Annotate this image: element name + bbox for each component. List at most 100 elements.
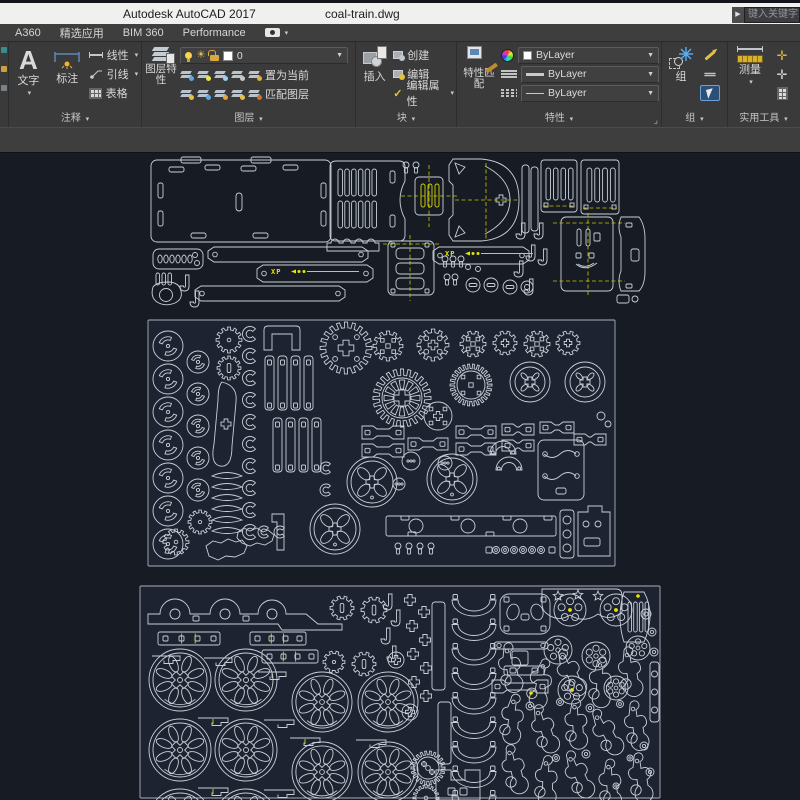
match-properties-button[interactable]: 特性匹配	[459, 45, 499, 112]
object-color-dropdown[interactable]: ByLayer ▼	[518, 47, 659, 64]
leader-label: 引线	[107, 66, 129, 82]
layer-color-swatch	[223, 51, 233, 61]
layer-off-icon[interactable]	[180, 70, 193, 80]
lineweight-dropdown[interactable]: ByLayer ▼	[521, 66, 659, 83]
chevron-down-icon: ▾	[135, 70, 139, 78]
layer-unisolate-icon[interactable]	[197, 89, 210, 99]
id-point-button[interactable]: ✛	[772, 47, 792, 63]
layer-thaw-all-icon[interactable]	[214, 89, 227, 99]
set-current-icon[interactable]	[248, 70, 261, 80]
table-button[interactable]: 表格	[89, 85, 139, 101]
panel-label-layers[interactable]: 图层 ▾	[142, 112, 355, 127]
measure-label: 测量	[739, 64, 761, 76]
match-layer-button[interactable]: 匹配图层	[265, 86, 309, 102]
menu-tab-bim360[interactable]: BIM 360	[123, 27, 164, 39]
panel-label-annotation[interactable]: 注释 ▾	[9, 112, 141, 127]
ribbon-bottom-strip	[0, 127, 800, 153]
group-edit-button[interactable]	[700, 47, 720, 63]
chevron-down-icon: ▾	[784, 116, 788, 123]
layer-unlock-icon	[210, 55, 219, 61]
layer-isolate-icon[interactable]	[197, 70, 210, 80]
help-search: ▶ 键入关键字或	[732, 7, 800, 23]
layer-on-all-icon[interactable]	[180, 89, 193, 99]
create-block-label: 创建	[407, 47, 429, 63]
panel-properties: 特性匹配 ByLayer ▼ ByLayer ▼	[457, 42, 662, 127]
text-button[interactable]: A 文字▾	[11, 45, 46, 112]
search-input[interactable]: 键入关键字或	[744, 7, 800, 23]
current-layer-name: 0	[237, 50, 243, 62]
search-expand-icon[interactable]: ▶	[732, 7, 744, 23]
leader-icon	[89, 68, 103, 80]
parts-sheet-middle[interactable]	[146, 318, 620, 570]
chevron-down-icon: ▾	[700, 116, 704, 123]
layer-thaw-icon: ☀	[196, 50, 206, 61]
measure-dim-icon	[737, 46, 763, 52]
layer-properties-label: 图层特性	[144, 64, 178, 86]
layer-freeze-icon[interactable]	[214, 70, 227, 80]
layer-lock-icon[interactable]	[231, 70, 244, 80]
chevron-down-icon: ▾	[285, 29, 289, 37]
layer-row-1: 置为当前	[180, 67, 352, 83]
point-button[interactable]: ✛	[772, 66, 792, 82]
group-selection-toggle[interactable]	[700, 85, 720, 101]
app-title: Autodesk AutoCAD 2017	[123, 7, 256, 21]
panel-label-utilities[interactable]: 实用工具 ▾	[728, 112, 799, 127]
clipped-icon	[1, 47, 7, 53]
panel-label-properties[interactable]: 特性 ▾	[457, 112, 661, 127]
linetype-sample	[526, 93, 544, 94]
lineweight-icon	[501, 69, 517, 79]
menu-tab-featured-apps[interactable]: 精选应用	[60, 25, 104, 41]
layer-properties-icon	[151, 46, 171, 62]
insert-icon	[363, 46, 387, 70]
menu-tab-a360[interactable]: A360	[15, 27, 41, 39]
match-properties-label: 特性匹配	[459, 68, 499, 90]
linear-button[interactable]: 线性▾	[89, 47, 139, 63]
panel-launcher-icon[interactable]: ⌟	[654, 115, 658, 126]
chevron-down-icon: ▼	[336, 52, 343, 59]
dimension-label: 标注	[56, 73, 78, 85]
text-label: 文字	[17, 75, 39, 87]
edit-attributes-button[interactable]: ✓ 编辑属性 ▾	[393, 85, 454, 101]
match-layer-icon[interactable]	[248, 89, 261, 99]
measure-button[interactable]: 测量▾	[730, 45, 770, 112]
dimension-button[interactable]: 标注	[48, 45, 87, 112]
panel-clipped-left	[0, 42, 9, 127]
linear-label: 线性	[107, 47, 129, 63]
lineweight-value: ByLayer	[548, 68, 587, 80]
chevron-down-icon: ▾	[412, 116, 416, 123]
color-swatch	[523, 51, 532, 60]
chevron-down-icon: ▼	[647, 90, 654, 97]
panel-block: 插入 创建 编辑 ✓ 编辑属性 ▾ 块 ▾	[356, 42, 457, 127]
dimension-icon	[52, 46, 82, 72]
match-properties-icon	[467, 46, 491, 66]
chevron-down-icon: ▼	[647, 52, 654, 59]
linetype-value: ByLayer	[548, 87, 587, 99]
drawing-canvas[interactable]: XPXP	[0, 153, 800, 800]
table-icon	[89, 88, 102, 99]
set-current-button[interactable]: 置为当前	[265, 67, 309, 83]
linetype-dropdown[interactable]: ByLayer ▼	[521, 85, 659, 102]
group-button[interactable]: 组	[664, 45, 698, 112]
document-name: coal-train.dwg	[325, 7, 400, 21]
screencast-menu[interactable]: ▾	[265, 28, 289, 37]
selection-arrow-icon	[705, 88, 714, 99]
ungroup-button[interactable]	[700, 66, 720, 82]
panel-label-group[interactable]: 组 ▾	[662, 112, 727, 127]
layer-properties-button[interactable]: 图层特性	[144, 45, 178, 112]
panel-label-block[interactable]: 块 ▾	[356, 112, 456, 127]
parts-sheet-bottom[interactable]	[138, 584, 664, 800]
menu-tab-performance[interactable]: Performance	[183, 27, 246, 39]
parts-sheet-top[interactable]: XPXP	[133, 153, 648, 309]
leader-button[interactable]: 引线 ▾	[89, 66, 139, 82]
chevron-down-icon: ▾	[86, 116, 90, 123]
layer-unlock-icon-2[interactable]	[231, 89, 244, 99]
insert-button[interactable]: 插入	[358, 45, 391, 112]
ungroup-icon	[704, 72, 715, 77]
clipped-icon	[1, 66, 7, 72]
ribbon: A 文字▾ 标注 线性▾ 引	[0, 42, 800, 127]
layer-dropdown[interactable]: ☀ 0 ▼	[180, 47, 348, 64]
id-point-icon: ✛	[777, 49, 788, 62]
panel-group: 组 组 ▾	[662, 42, 728, 127]
quick-calc-button[interactable]	[772, 85, 792, 101]
create-block-button[interactable]: 创建	[393, 47, 454, 63]
